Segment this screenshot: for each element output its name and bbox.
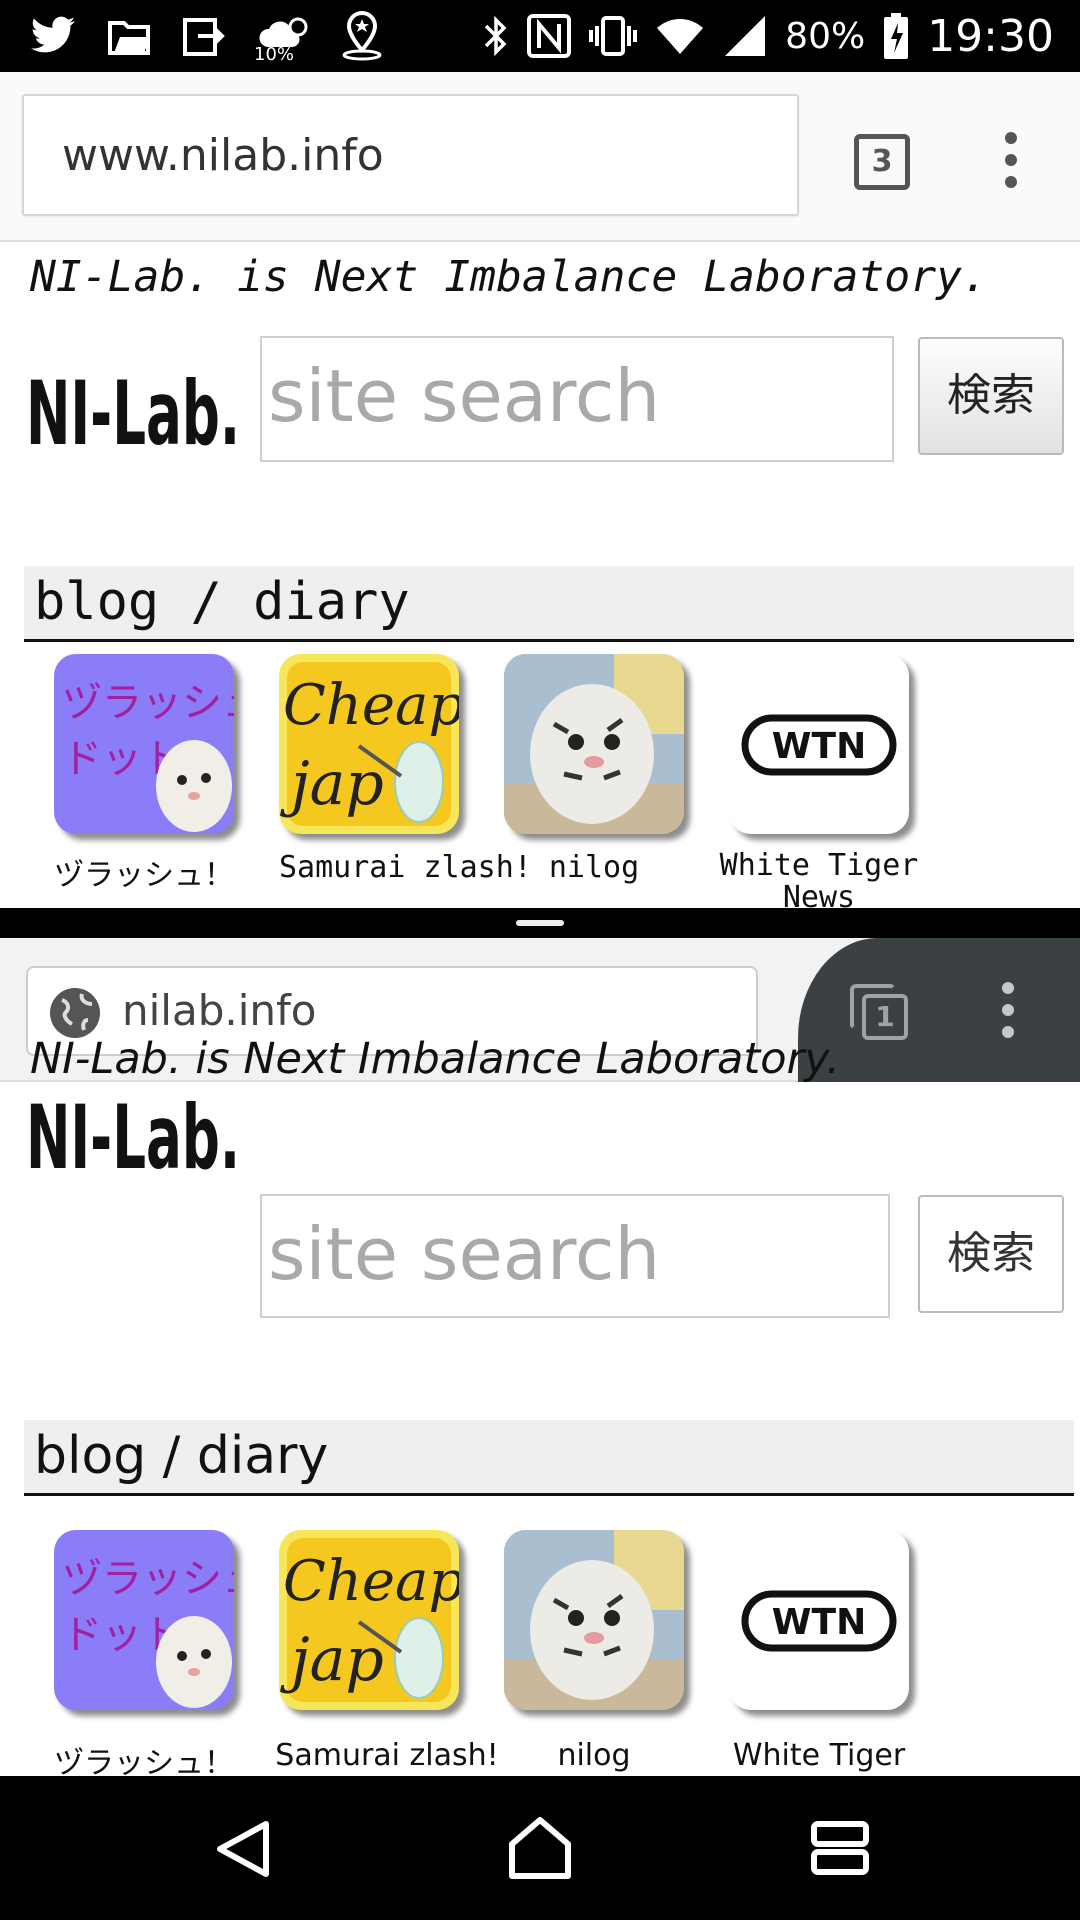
exit-icon (183, 18, 225, 56)
site-search-input[interactable]: site search (260, 336, 894, 462)
bluetooth-icon (484, 15, 507, 57)
bottom-menu-button[interactable] (1002, 982, 1016, 1048)
vibrate-icon (589, 16, 638, 56)
signal-icon (725, 16, 766, 56)
location-icon (342, 11, 382, 61)
section-header-blog-diary: blog / diary (24, 566, 1074, 642)
cheap-icon-text-1: Cheap (283, 1549, 459, 1614)
files-icon (108, 21, 150, 55)
site-search-input[interactable]: site search (260, 1194, 890, 1318)
bottom-url-text: nilab.info (122, 986, 317, 1035)
app-label[interactable]: ヅラッシュ！ (29, 1738, 259, 1776)
weather-percent: 10% (254, 44, 295, 65)
bottom-browser-window: nilab.info 1 NI-Lab. is Next Imbalance L… (0, 938, 1080, 1776)
tab-strip (798, 938, 1080, 1082)
tab-count: 1 (862, 994, 908, 1040)
menu-dot (1002, 982, 1014, 994)
section-title: blog / diary (34, 1426, 329, 1486)
white-tiger-photo-icon[interactable] (504, 654, 684, 834)
wifi-icon (657, 19, 704, 54)
zlash-icon-text-1: ヅラッシュ (62, 680, 234, 726)
recents-icon[interactable] (810, 1820, 870, 1876)
wtn-badge-text: WTN (772, 726, 866, 767)
menu-dot (1005, 132, 1017, 144)
logo-text: NI-Lab. (26, 362, 240, 464)
wtn-icon[interactable]: WTN (729, 1530, 909, 1710)
white-tiger-photo-icon[interactable] (504, 1530, 684, 1710)
cheap-jap-icon[interactable]: Cheap jap (279, 654, 459, 834)
cheap-icon-text-1: Cheap (283, 673, 459, 738)
notification-icons (30, 10, 384, 62)
bottom-tab-switcher-button[interactable]: 1 (850, 984, 908, 1040)
menu-dot (1002, 1026, 1014, 1038)
search-button[interactable]: 検索 (918, 1195, 1064, 1313)
zlash-dot-icon[interactable]: ヅラッシュ ドット (54, 1530, 234, 1710)
top-tab-switcher-button[interactable]: 3 (854, 134, 910, 190)
divider-handle[interactable] (516, 920, 564, 926)
app-label[interactable]: Samurai zlash! (272, 1738, 502, 1773)
home-icon[interactable] (506, 1814, 574, 1882)
menu-dot (1005, 154, 1017, 166)
section-title: blog / diary (34, 572, 410, 632)
app-label[interactable]: nilog (479, 850, 709, 885)
app-label[interactable]: nilog (479, 1738, 709, 1773)
battery-charging-icon (884, 13, 909, 59)
globe-icon (50, 988, 100, 1038)
zlash-dot-icon[interactable]: ヅラッシュ ドット (54, 654, 234, 834)
top-address-bar[interactable]: www.nilab.info (22, 94, 799, 216)
menu-dot (1005, 176, 1017, 188)
battery-percent: 80% (785, 15, 866, 57)
nilab-logo[interactable]: NI-Lab. (24, 354, 244, 464)
top-url-text: www.nilab.info (62, 130, 384, 181)
search-button[interactable]: 検索 (918, 337, 1064, 455)
app-label[interactable]: ヅラッシュ！ (29, 850, 259, 894)
site-tagline: NI-Lab. is Next Imbalance Laboratory. (30, 252, 988, 302)
wtn-badge-text: WTN (772, 1602, 866, 1643)
system-icons: 80% 19:30 (483, 8, 1054, 64)
cheap-icon-text-2: jap (280, 749, 384, 819)
app-label[interactable]: White Tiger (704, 1738, 934, 1773)
cheap-jap-icon[interactable]: Cheap jap (279, 1530, 459, 1710)
section-header-blog-diary: blog / diary (24, 1420, 1074, 1496)
navigation-bar (0, 1776, 1080, 1920)
twitter-icon (31, 16, 75, 53)
menu-dot (1002, 1004, 1014, 1016)
back-icon[interactable] (212, 1818, 274, 1880)
site-tagline: NI-Lab. is Next Imbalance Laboratory. (30, 1034, 841, 1084)
wtn-icon[interactable]: WTN (729, 654, 909, 834)
search-placeholder: site search (268, 354, 661, 438)
top-browser-toolbar: www.nilab.info 3 (0, 72, 1080, 242)
search-placeholder: site search (268, 1212, 661, 1296)
status-bar: 10% 80% 19:30 (0, 0, 1080, 72)
logo-text: NI-Lab. (26, 1086, 240, 1188)
app-label[interactable]: Samurai zlash! (279, 850, 532, 885)
app-label[interactable]: White Tiger News (704, 850, 934, 909)
top-menu-button[interactable] (1005, 132, 1019, 198)
split-screen-divider[interactable] (0, 908, 1080, 938)
zlash-icon-text-1: ヅラッシュ (62, 1556, 234, 1602)
top-browser-window: www.nilab.info 3 NI-Lab. is Next Imbalan… (0, 72, 1080, 908)
clock: 19:30 (927, 10, 1054, 62)
nfc-icon (527, 14, 572, 58)
cheap-icon-text-2: jap (280, 1625, 384, 1695)
nilab-logo[interactable]: NI-Lab. (24, 1078, 244, 1188)
